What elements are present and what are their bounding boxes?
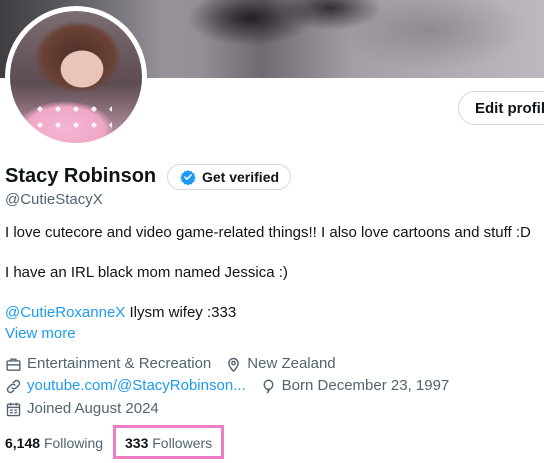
avatar[interactable] — [10, 11, 142, 143]
bio-mention-link[interactable]: @CutieRoxanneX — [5, 304, 125, 321]
user-handle: @CutieStacyX — [5, 191, 103, 208]
bio-line-3: @CutieRoxanneX Ilysm wifey :333 — [5, 303, 236, 323]
balloon-icon — [263, 379, 274, 393]
followers-count: 333 — [125, 435, 149, 451]
avatar-frame — [5, 6, 147, 148]
verified-badge-icon — [180, 170, 196, 185]
followers-stat[interactable]: 333 Followers — [125, 433, 212, 453]
joined-text: Joined August 2024 — [27, 400, 159, 417]
avatar-pattern — [32, 101, 112, 137]
followers-label: Followers — [152, 435, 213, 451]
briefcase-icon — [6, 357, 21, 371]
location-pin-icon — [228, 357, 240, 372]
meta-row-2: youtube.com/@StacyRobinson... Born Decem… — [5, 376, 449, 396]
bio-line-2: I have an IRL black mom named Jessica :) — [5, 264, 288, 281]
meta-row-3: Joined August 2024 — [5, 399, 159, 419]
location-text: New Zealand — [247, 355, 336, 372]
calendar-icon — [6, 402, 21, 416]
view-more-link[interactable]: View more — [5, 324, 76, 344]
following-stat[interactable]: 6,148 Following — [5, 433, 103, 453]
category-text: Entertainment & Recreation — [27, 355, 212, 372]
meta-row-1: Entertainment & Recreation New Zealand — [5, 354, 336, 374]
display-name: Stacy Robinson — [5, 165, 157, 187]
link-icon — [6, 379, 21, 393]
get-verified-label: Get verified — [202, 169, 280, 185]
bio-line-1: I love cutecore and video game-related t… — [5, 224, 531, 241]
following-label: Following — [43, 435, 104, 451]
get-verified-button[interactable]: Get verified — [167, 164, 292, 190]
website-link[interactable]: youtube.com/@StacyRobinson... — [27, 376, 246, 396]
birthday-text: Born December 23, 1997 — [281, 377, 450, 394]
edit-profile-button[interactable]: Edit profil — [458, 91, 544, 125]
bio-line-3-text: Ilysm wifey :333 — [125, 304, 237, 321]
following-count: 6,148 — [5, 435, 41, 451]
